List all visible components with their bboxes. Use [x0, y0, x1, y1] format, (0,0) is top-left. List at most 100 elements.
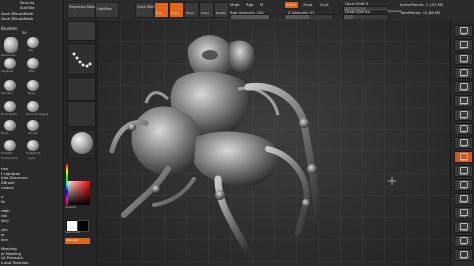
stroke-slot[interactable]: [67, 43, 96, 75]
shelf-button-bpr[interactable]: BPR: [454, 25, 473, 37]
shelf-button-label: Scroll: [460, 61, 467, 64]
active-points-readout: ActivePoints: 1.133 Mil: [400, 2, 444, 7]
zsub-button[interactable]: Zsub: [303, 2, 312, 7]
brush-icon-move-topological[interactable]: [27, 101, 39, 112]
dots-stroke-icon: [72, 52, 92, 68]
rotate-button[interactable]: Rotate: [214, 2, 229, 18]
brush-label-standard: Standard: [1, 92, 13, 95]
brush-icon-move[interactable]: [27, 80, 39, 91]
canvas-viewport[interactable]: [98, 19, 450, 266]
brush-label-basiccrush: BasicCrush: [1, 54, 16, 57]
shelf-button-label: Zoom: [460, 75, 467, 78]
zadd-button[interactable]: Zadd: [284, 1, 299, 9]
brush-label-trimdynamic: TrimDynamic: [1, 157, 18, 160]
shelf-button-label: BPR: [461, 33, 466, 36]
brush-size-slot[interactable]: [67, 21, 96, 41]
shelf-button-transp[interactable]: Transp: [454, 221, 473, 233]
total-points-readout: TotalPoints: 11.86 Mil: [400, 10, 441, 15]
alternate-button[interactable]: Alternate: [65, 238, 90, 244]
shelf-button-label: Actual: [459, 89, 468, 92]
shelf-button-zoom[interactable]: Zoom: [454, 67, 473, 79]
shelf-button-label: Floor: [460, 131, 467, 134]
shelf-button-polyf[interactable]: PolyF: [454, 207, 473, 219]
shelf-button-label: Scale: [460, 187, 467, 190]
doc-tab-save-zbrushmesh-2[interactable]: Save ZBrushMesh: [1, 17, 59, 21]
gradient-label[interactable]: Gradient: [65, 206, 76, 209]
material-slot[interactable]: [67, 129, 96, 159]
brush-icon-clay[interactable]: [27, 37, 39, 48]
lightbox-label: LightBox: [97, 7, 112, 11]
left-menu-item[interactable]: rushes: [1, 185, 59, 190]
brush-icon-claybuild[interactable]: [4, 58, 16, 69]
shelf-button-persp[interactable]: Persp: [454, 109, 473, 121]
doc-tab-save-as[interactable]: Save As: [20, 1, 78, 5]
brush-icon-snakehook[interactable]: [27, 140, 39, 151]
brush-label-clay: Clay: [28, 49, 34, 52]
scale-label: Scale: [201, 11, 210, 15]
brush-label-move-topological: Move Topological: [26, 113, 49, 116]
shelf-button-frame[interactable]: Frame: [454, 151, 473, 163]
texture-slot[interactable]: [67, 101, 96, 127]
m-toggle[interactable]: M: [260, 2, 263, 7]
zadd-label: Zadd: [286, 2, 296, 7]
right-shelf: BPR SPix 3 Scroll Zoom Actual AAHalf Persp Floo…: [450, 19, 474, 266]
move-button[interactable]: Move: [184, 2, 199, 18]
switchcolor-label[interactable]: SwitchColor: [65, 231, 80, 234]
shelf-button-label: Transp: [459, 229, 468, 232]
shelf-button-label: Frame: [459, 159, 468, 162]
brush-icon-basiccrush[interactable]: [4, 37, 18, 53]
shelf-button-l-sym[interactable]: L.Sym: [454, 137, 473, 149]
brush-label-layer: Layer: [28, 157, 36, 160]
left-menu-item[interactable]: ht: [1, 199, 59, 204]
brush-label-claybuild: ClayBuild: [1, 70, 14, 73]
edit-label: Edit: [156, 11, 162, 15]
left-menu-item[interactable]: ikity: [1, 218, 59, 223]
brush-label-inflat: Inflat: [28, 70, 35, 73]
shelf-button-aahalf[interactable]: AAHalf: [454, 95, 473, 107]
robot-spider-sculpt[interactable]: [98, 19, 450, 266]
shelf-button-xpose[interactable]: Xpose: [454, 249, 473, 261]
left-menu-item[interactable]: s and Textures: [1, 260, 59, 265]
shelf-button-label: Rotate: [459, 201, 468, 204]
draw-button[interactable]: Draw: [169, 2, 184, 18]
shelf-button-label: L.Sym: [459, 145, 468, 148]
shelf-button-label: Move: [460, 173, 467, 176]
rotate-label: Rotate: [216, 11, 226, 15]
edit-button[interactable]: Edit: [154, 2, 169, 18]
brush-label-snakehook: SnakeHook: [26, 152, 41, 155]
color-picker[interactable]: [66, 181, 90, 205]
shelf-button-label: AAHalf: [459, 103, 468, 106]
brush-icon-move-elastic[interactable]: [4, 101, 16, 112]
hue-strip[interactable]: [66, 164, 68, 205]
shelf-button-label: Persp: [460, 117, 467, 120]
shelf-button-label: Xpose: [459, 257, 468, 260]
shelf-button-solo[interactable]: Solo: [454, 235, 473, 247]
alpha-slot[interactable]: [67, 77, 96, 101]
brush-icon-move-2[interactable]: [4, 120, 16, 131]
shelf-button-scale[interactable]: Scale: [454, 179, 473, 191]
brush-label-move-2: Move: [1, 132, 8, 135]
lightbox-button[interactable]: LightBox: [95, 2, 119, 18]
brush-icon-inflat[interactable]: [27, 58, 39, 69]
zcut-button[interactable]: Zcut: [320, 2, 329, 7]
brush-label-move: Move: [28, 92, 35, 95]
shelf-button-floor[interactable]: Floor: [454, 123, 473, 135]
brush-icon-standard[interactable]: [4, 80, 16, 91]
shelf-button-scroll[interactable]: Scroll: [454, 53, 473, 65]
brush-label-move-elastic: Move Elastic: [1, 113, 18, 116]
shelf-button-spix-3[interactable]: SPix 3: [454, 39, 473, 51]
scale-button[interactable]: Scale: [199, 2, 214, 18]
shelf-button-move[interactable]: Move: [454, 165, 473, 177]
doc-tab-save-zbrushmesh-1[interactable]: Save ZBrushMesh: [1, 12, 59, 16]
brush-icon-polishstr[interactable]: [4, 140, 16, 151]
shelf-button-rotate[interactable]: Rotate: [454, 193, 473, 205]
brush-icon-smooth[interactable]: [27, 120, 39, 131]
rgb-toggle[interactable]: Rgb: [246, 2, 253, 7]
quick-sketch-button[interactable]: Quick Sketch: [135, 2, 158, 18]
left-tray: Save As SubTitle Save ZBrushMesh Save ZB…: [0, 0, 64, 266]
left-menu-item[interactable]: ace: [1, 237, 59, 242]
doc-tab-subtitle[interactable]: SubTitle: [20, 6, 78, 10]
shelf-button-actual[interactable]: Actual: [454, 81, 473, 93]
brush-label-polishstr: PolishStr: [1, 152, 13, 155]
mrgb-toggle[interactable]: Mrgb: [230, 2, 240, 7]
